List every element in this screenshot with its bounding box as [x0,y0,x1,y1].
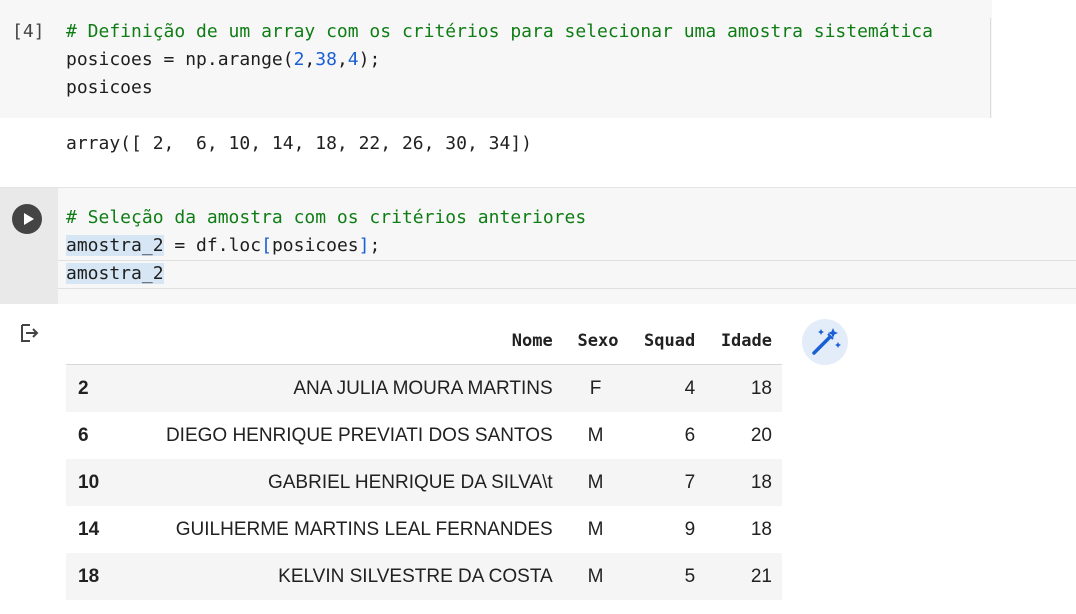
cell-squad: 7 [628,459,706,506]
code-comment: # Seleção da amostra com os critérios an… [66,207,587,228]
cell-1-output: array([ 2, 6, 10, 14, 18, 22, 26, 30, 34… [66,133,532,154]
header-sexo: Sexo [562,318,629,365]
cell-nome: ANA JULIA MOURA MARTINS [124,364,563,412]
cell-1-source[interactable]: # Definição de um array com os critérios… [66,18,933,102]
play-icon[interactable] [12,204,42,234]
cell-nome: DIEGO HENRIQUE PREVIATI DOS SANTOS [165,424,553,446]
code-number: 38 [315,49,337,70]
table-row: 14 GUILHERME MARTINS LEAL FERNANDES M 9 … [66,506,782,553]
cell-idade: 21 [705,553,782,600]
code-text: = df.loc [163,235,262,256]
dataframe-table: Nome Sexo Squad Idade 2 ANA JULIA MOURA … [66,318,782,600]
cell-nome: GUILHERME MARTINS LEAL FERNANDES [175,518,553,540]
code-text-highlighted: amostra_2 [66,235,164,256]
cell-sexo: F [562,364,629,412]
cell-nome: GABRIEL HENRIQUE DA SILVA\t [124,459,563,506]
cell-sexo: M [562,553,629,600]
code-text: posicoes [271,235,359,256]
row-index: 10 [66,459,124,506]
cell-squad: 4 [628,364,706,412]
cell-scroll-border [990,18,991,118]
code-number: 2 [293,49,305,70]
cell-2-source[interactable]: # Seleção da amostra com os critérios an… [66,204,586,288]
cell-nome: KELVIN SILVESTRE DA COSTA [124,553,563,600]
output-redirect-icon[interactable] [18,322,40,344]
row-index: 2 [66,364,124,412]
code-text: posicoes = np.arange( [66,49,294,70]
current-line-bottom [58,288,1076,289]
code-line-2: posicoes = np.arange(2,38,4); [66,49,381,70]
header-squad: Squad [628,318,706,365]
code-bracket: [ [261,235,272,256]
header-idade: Idade [705,318,782,365]
cell-sexo: M [562,459,629,506]
cell-squad: 6 [684,424,696,446]
cell-idade: 20 [750,424,772,446]
header-nome: Nome [124,318,563,365]
table-row: 18 KELVIN SILVESTRE DA COSTA M 5 21 [66,553,782,600]
cell-idade: 18 [750,518,772,540]
code-text: ; [369,235,381,256]
code-line-3: posicoes [66,77,153,98]
cell-squad: 9 [684,518,696,540]
code-bracket: ] [358,235,370,256]
table-row: 10 GABRIEL HENRIQUE DA SILVA\t M 7 18 [66,459,782,506]
table-header-row: Nome Sexo Squad Idade [66,318,782,365]
row-index: 14 [78,518,100,540]
execution-count: [4] [12,21,45,42]
code-comment: # Definição de um array com os critérios… [66,21,933,42]
cell-idade: 18 [705,459,782,506]
table-row: 6 DIEGO HENRIQUE PREVIATI DOS SANTOS M 6… [66,412,782,459]
code-line-2: amostra_2 = df.loc[posicoes]; [66,235,380,256]
code-text: ); [358,49,381,70]
header-index [66,318,124,365]
cell-idade: 18 [705,364,782,412]
code-line-3: amostra_2 [66,263,164,284]
table-row: 2 ANA JULIA MOURA MARTINS F 4 18 [66,364,782,412]
cell-sexo: M [587,424,604,446]
code-number: 4 [347,49,359,70]
row-index: 18 [66,553,124,600]
magic-wand-button[interactable] [802,319,848,365]
cell-sexo: M [587,518,604,540]
row-index: 6 [78,424,89,446]
cell-squad: 5 [628,553,706,600]
magic-wand-icon [812,328,841,355]
